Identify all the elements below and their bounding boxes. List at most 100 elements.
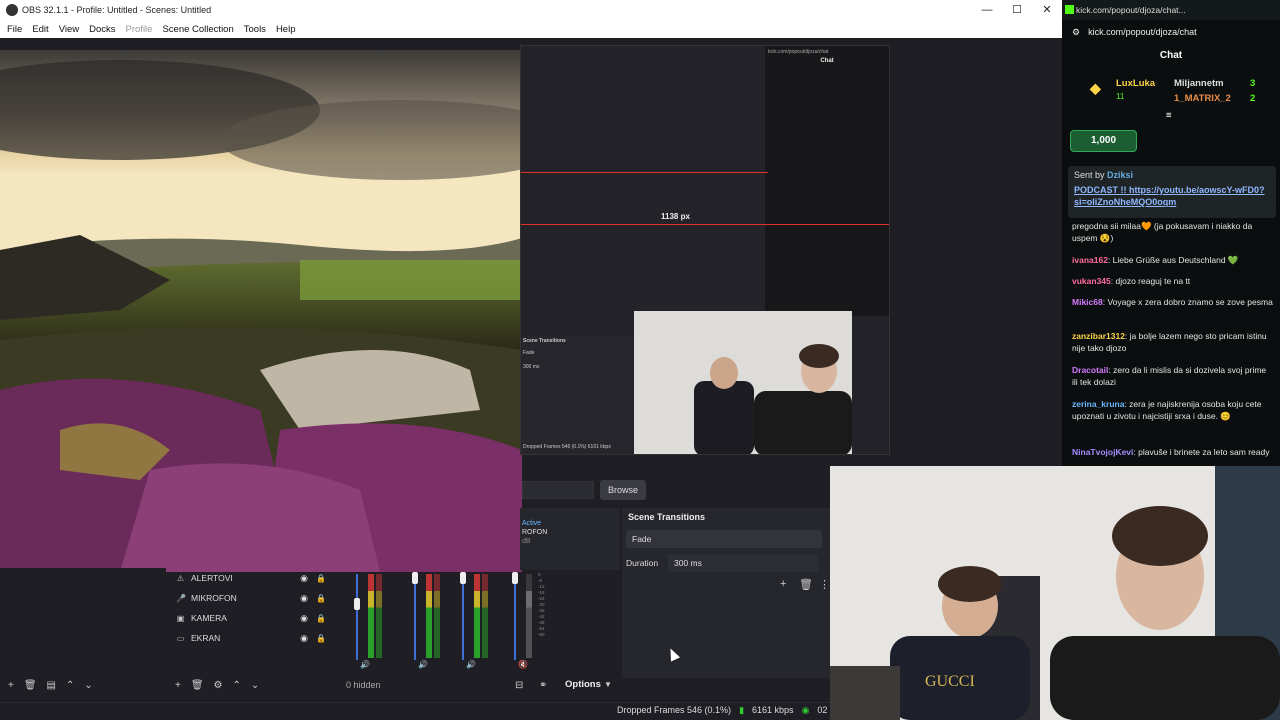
duration-input[interactable]: 300 ms	[668, 554, 818, 572]
leader2-name: Miljannetm	[1174, 78, 1224, 89]
db-label: dB	[522, 538, 531, 545]
chevron-down-icon[interactable]: ▼	[604, 680, 612, 689]
volume-fader[interactable]	[462, 574, 464, 660]
nested-transitions-panel: Scene Transitions Fade 300 ms	[521, 336, 633, 454]
close-button[interactable]: ✕	[1032, 0, 1062, 20]
source-row[interactable]: 🎤 MIKROFON ◉ 🔒	[168, 588, 336, 608]
obs-title-bar: OBS 32.1.1 - Profile: Untitled - Scenes:…	[0, 0, 1062, 20]
level-meter	[482, 574, 488, 658]
volume-fader[interactable]	[414, 574, 416, 660]
menu-file[interactable]: File	[7, 24, 22, 35]
move-down-icon[interactable]: ⌄	[251, 680, 259, 691]
more-icon[interactable]: ⋮	[819, 578, 830, 591]
obs-logo-icon	[6, 4, 18, 16]
message-user[interactable]: zanzibar1312	[1072, 331, 1125, 341]
leader1-name: LuxLuka	[1116, 78, 1156, 89]
remove-scene-icon[interactable]: 🗑	[24, 680, 37, 691]
message-text: : plavuše i brinete za leto sam ready	[1133, 447, 1270, 457]
message-user[interactable]: ivana162	[1072, 255, 1108, 265]
db-scale: 0 -6 -12 -18 -24 -30 -36 -42 -48 -54 -60	[538, 572, 545, 637]
settings-icon[interactable]: ⚙	[1072, 27, 1080, 38]
maximize-button[interactable]: ☐	[1002, 0, 1032, 20]
remove-source-icon[interactable]: 🗑	[191, 680, 204, 691]
transition-select[interactable]: Fade	[626, 530, 822, 548]
volume-fader[interactable]	[356, 574, 358, 660]
hidden-count: 0 hidden	[346, 680, 381, 690]
move-up-icon[interactable]: ⌃	[233, 680, 241, 691]
trash-icon[interactable]: 🗑	[799, 578, 813, 591]
speaker-icon[interactable]: 🔊	[418, 660, 428, 669]
fader-knob[interactable]	[354, 598, 360, 610]
source-row[interactable]: ▭ EKRAN ◉ 🔒	[168, 628, 336, 648]
kick-title-bar: kick.com/popout/djoza/chat...	[1062, 0, 1280, 20]
scene-filter-icon[interactable]: ▤	[47, 680, 56, 691]
menu-scene-collection[interactable]: Scene Collection	[162, 24, 233, 35]
add-source-icon[interactable]: +	[175, 680, 181, 691]
browse-button[interactable]: Browse	[600, 480, 646, 500]
message-user[interactable]: NinaTvojojKevi	[1072, 447, 1133, 457]
fader-knob[interactable]	[512, 572, 518, 584]
source-name: KAMERA	[191, 613, 227, 623]
source-name: EKRAN	[191, 633, 221, 643]
microphone-icon: 🎤	[176, 593, 186, 603]
message-text: : Liebe Grüße aus Deutschland 💚	[1107, 255, 1239, 265]
expand-icon[interactable]: ≡	[1166, 110, 1172, 121]
nested-fade: Fade	[523, 350, 535, 356]
visibility-eye-icon[interactable]: ◉	[300, 633, 308, 644]
lock-icon[interactable]: 🔒	[316, 634, 326, 643]
crown-icon: ◆	[1090, 80, 1101, 96]
move-up-icon[interactable]: ⌃	[66, 680, 74, 691]
signal-icon: ▮	[739, 705, 745, 715]
kick-address-bar[interactable]: ⚙ kick.com/popout/djoza/chat	[1062, 20, 1280, 44]
move-down-icon[interactable]: ⌄	[84, 680, 92, 691]
menu-profile[interactable]: Profile	[126, 24, 153, 35]
menu-docks[interactable]: Docks	[89, 24, 115, 35]
chat-message: Mikic68: Voyage x zera dobro znamo se zo…	[1072, 296, 1274, 308]
menu-tools[interactable]: Tools	[244, 24, 266, 35]
minimize-button[interactable]: —	[972, 0, 1002, 20]
level-meter	[376, 574, 382, 658]
lock-icon[interactable]: 🔒	[316, 594, 326, 603]
menu-edit[interactable]: Edit	[32, 24, 48, 35]
menu-view[interactable]: View	[59, 24, 79, 35]
source-settings-icon[interactable]: ⚙	[214, 680, 223, 691]
message-user[interactable]: Mikic68	[1072, 297, 1103, 307]
nested-chat-panel: kick.com/popout/djoza/chat Chat	[765, 46, 889, 316]
message-user[interactable]: vukan345	[1072, 276, 1111, 286]
visibility-eye-icon[interactable]: ◉	[300, 593, 308, 604]
source-row[interactable]: ⚠ ALERTOVI ◉ 🔒	[168, 568, 336, 588]
scenes-list	[0, 568, 166, 668]
level-meter	[474, 574, 480, 658]
speaker-icon[interactable]: 🔊	[466, 660, 476, 669]
level-meter	[426, 574, 432, 658]
visibility-eye-icon[interactable]: ◉	[300, 573, 308, 584]
add-transition-icon[interactable]: +	[780, 578, 786, 590]
record-icon: ◉	[801, 705, 810, 715]
add-scene-icon[interactable]: +	[8, 680, 14, 691]
fader-knob[interactable]	[412, 572, 418, 584]
message-user[interactable]: zerina_kruna	[1072, 399, 1124, 409]
message-user[interactable]: Dracotail	[1072, 365, 1108, 375]
muted-speaker-icon[interactable]: 🔇	[518, 660, 528, 669]
path-input[interactable]	[522, 481, 594, 499]
message-text: pregodna sii milaa🧡 (ja pokusavam i niak…	[1072, 221, 1253, 243]
layout-icon[interactable]: ⊟	[515, 680, 523, 691]
menu-help[interactable]: Help	[276, 24, 296, 35]
leader3-name: 1_MATRIX_2	[1174, 93, 1231, 104]
chat-message: zanzibar1312: ja bolje lazem nego sto pr…	[1072, 330, 1274, 354]
level-meter	[526, 574, 532, 658]
status-bar: Dropped Frames 546 (0.1%) ▮ 6161 kbps ◉ …	[0, 702, 830, 720]
gift-pill[interactable]: 1,000	[1070, 130, 1137, 152]
lock-icon[interactable]: 🔒	[316, 574, 326, 583]
options-button[interactable]: Options	[565, 679, 601, 690]
visibility-eye-icon[interactable]: ◉	[300, 613, 308, 624]
lock-icon[interactable]: 🔒	[316, 614, 326, 623]
volume-fader[interactable]	[514, 574, 516, 660]
source-row[interactable]: ▣ KAMERA ◉ 🔒	[168, 608, 336, 628]
pinned-text[interactable]: PODCAST !! https://youtu.be/aowscY-wFD0?…	[1074, 184, 1270, 208]
nested-duration: 300 ms	[523, 364, 540, 370]
speaker-icon[interactable]: 🔊	[360, 660, 370, 669]
link-icon[interactable]: ⚭	[539, 680, 547, 691]
leader3-count: 2	[1250, 93, 1256, 104]
fader-knob[interactable]	[460, 572, 466, 584]
